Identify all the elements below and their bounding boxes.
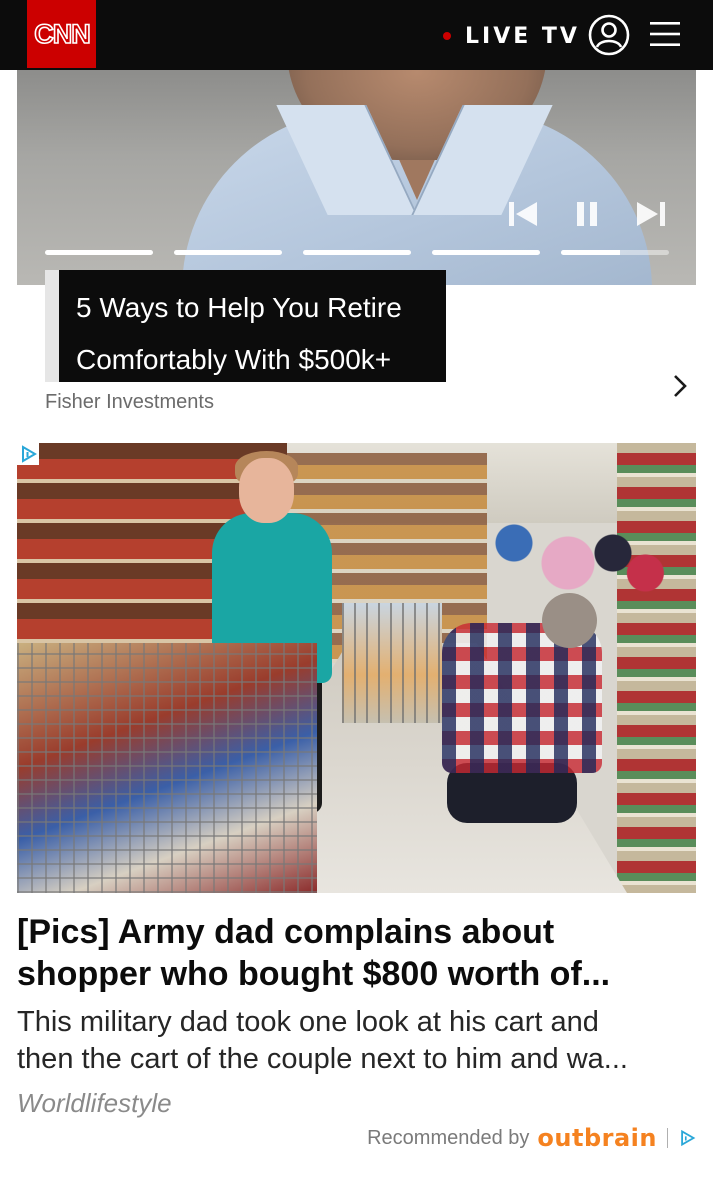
progress-segment-4 bbox=[432, 250, 540, 255]
ad-headline-line-1: [Pics] Army dad complains about bbox=[17, 913, 555, 951]
progress-segment-3 bbox=[303, 250, 411, 255]
video-ad-title[interactable]: 5 Ways to Help You Retire Comfortably Wi… bbox=[59, 270, 446, 382]
photo-cart-full bbox=[17, 643, 317, 893]
cnn-logo-mark: CNN bbox=[33, 18, 91, 50]
ad-description-line-2: then the cart of the couple next to him … bbox=[17, 1043, 628, 1075]
video-ad-title-line-1: 5 Ways to Help You Retire bbox=[76, 292, 402, 323]
progress-segment-fill bbox=[303, 250, 411, 255]
next-icon[interactable] bbox=[635, 200, 667, 228]
photo-woman-head bbox=[239, 458, 294, 523]
chevron-right-icon[interactable] bbox=[670, 374, 690, 398]
ad-description[interactable]: This military dad took one look at his c… bbox=[17, 1004, 696, 1078]
video-ad-sponsor[interactable]: Fisher Investments bbox=[45, 391, 214, 414]
svg-text:CNN: CNN bbox=[34, 19, 90, 49]
ad-headline[interactable]: [Pics] Army dad complains about shopper … bbox=[17, 911, 696, 995]
progress-segment-fill bbox=[174, 250, 282, 255]
ad-photo[interactable] bbox=[17, 443, 696, 893]
adchoices-icon[interactable] bbox=[17, 443, 39, 465]
cnn-logo[interactable]: CNN bbox=[27, 0, 96, 68]
recommended-by-outbrain[interactable]: Recommended by outbrain bbox=[367, 1124, 696, 1152]
ad-source[interactable]: Worldlifestyle bbox=[17, 1088, 172, 1119]
top-nav-bar: CNN LIVE TV bbox=[0, 0, 713, 70]
progress-segment-1 bbox=[45, 250, 153, 255]
video-controls bbox=[507, 200, 667, 228]
live-tv-label: LIVE TV bbox=[465, 23, 580, 49]
ad-description-line-1: This military dad took one look at his c… bbox=[17, 1006, 599, 1038]
progress-segment-5 bbox=[561, 250, 669, 255]
hamburger-menu-icon[interactable] bbox=[650, 20, 680, 48]
pause-icon[interactable] bbox=[575, 200, 599, 228]
account-icon[interactable] bbox=[588, 14, 630, 56]
video-progress-segments bbox=[45, 250, 669, 256]
title-accent-bar bbox=[45, 270, 59, 382]
previous-icon[interactable] bbox=[507, 200, 539, 228]
live-tv-link[interactable]: LIVE TV bbox=[443, 21, 580, 51]
outbrain-logo: outbrain bbox=[537, 1124, 657, 1152]
ad-headline-line-2: shopper who bought $800 worth of... bbox=[17, 955, 611, 993]
progress-segment-fill bbox=[432, 250, 540, 255]
adchoices-small-icon[interactable] bbox=[678, 1129, 696, 1147]
recommended-label: Recommended by bbox=[367, 1126, 530, 1149]
progress-segment-fill bbox=[561, 250, 621, 255]
progress-segment-2 bbox=[174, 250, 282, 255]
progress-segment-fill bbox=[45, 250, 153, 255]
photo-cart-middle bbox=[342, 603, 442, 723]
live-dot-icon bbox=[443, 32, 451, 40]
video-ad-player[interactable] bbox=[17, 70, 696, 285]
video-ad-title-line-2: Comfortably With $500k+ bbox=[76, 344, 392, 375]
separator bbox=[667, 1128, 668, 1148]
photo-man-head bbox=[542, 593, 597, 648]
